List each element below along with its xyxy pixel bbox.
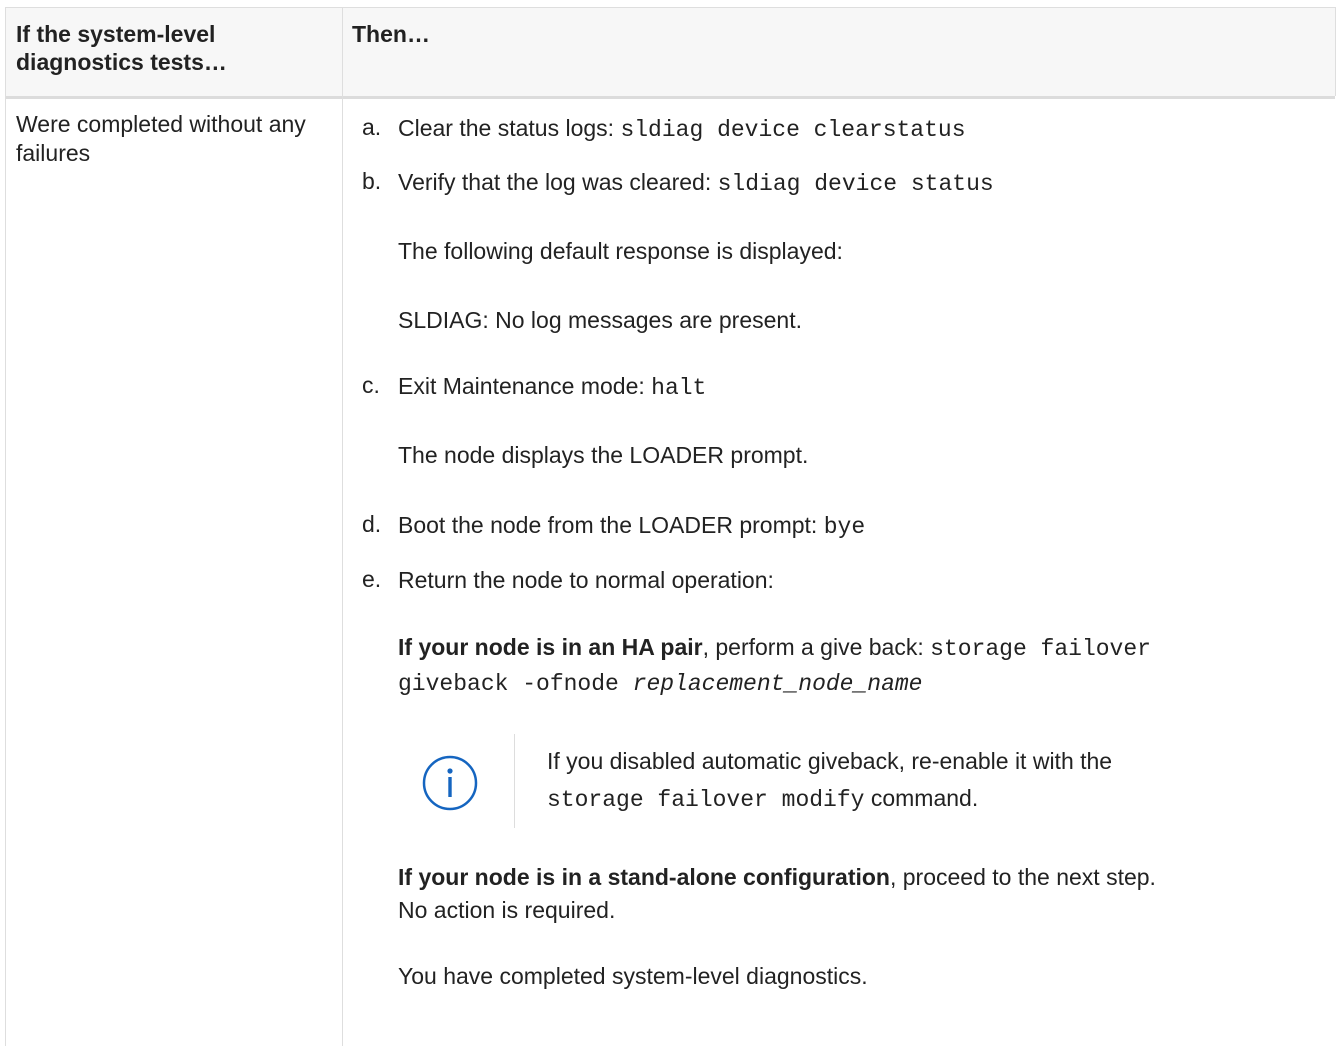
step-d-marker: d. bbox=[362, 511, 382, 537]
step-e-text: Return the node to normal operation: bbox=[398, 567, 774, 593]
step-b-marker: b. bbox=[362, 168, 382, 194]
standalone-instruction: If your node is in a stand-alone configu… bbox=[398, 862, 1156, 892]
note-line-2: storage failover modify command. bbox=[547, 783, 978, 815]
step-e-marker: e. bbox=[362, 566, 382, 592]
step-a-code: sldiag device clearstatus bbox=[620, 117, 966, 143]
standalone-text: , proceed to the next step. bbox=[889, 864, 1156, 890]
step-c-followup: The node displays the LOADER prompt. bbox=[398, 442, 809, 468]
step-b-followup-1: The following default response is displa… bbox=[398, 238, 843, 264]
header-condition: If the system-level diagnostics tests… bbox=[16, 21, 227, 75]
info-circle-icon bbox=[420, 753, 480, 813]
ha-pair-instruction: If your node is in an HA pair, perform a… bbox=[398, 632, 1151, 664]
step-d-code: bye bbox=[823, 514, 866, 540]
ha-pair-code-2: giveback -ofnode bbox=[398, 671, 633, 697]
ha-pair-code-italic: replacement_node_name bbox=[632, 671, 923, 697]
table-right-border bbox=[1335, 7, 1336, 96]
header-action: Then… bbox=[352, 21, 430, 47]
row-condition: Were completed without any failures bbox=[16, 111, 306, 166]
step-b-code: sldiag device status bbox=[717, 171, 994, 197]
ha-pair-bold: If your node is in an HA pair bbox=[398, 634, 703, 660]
note-line-1: If you disabled automatic giveback, re-e… bbox=[547, 748, 1113, 774]
ha-pair-code-line: giveback -ofnode replacement_node_name bbox=[398, 667, 923, 699]
standalone-bold: If your node is in a stand-alone configu… bbox=[398, 864, 890, 890]
ha-pair-code-1: storage failover bbox=[930, 636, 1151, 662]
completion-text: You have completed system-level diagnost… bbox=[398, 963, 868, 989]
step-a: Clear the status logs: sldiag device cle… bbox=[398, 113, 966, 145]
step-a-text: Clear the status logs: bbox=[398, 115, 621, 141]
step-d: Boot the node from the LOADER prompt: by… bbox=[398, 510, 865, 542]
step-a-marker: a. bbox=[362, 114, 382, 140]
step-b-followup-2: SLDIAG: No log messages are present. bbox=[398, 307, 802, 333]
table-left-border bbox=[5, 7, 6, 1046]
step-b: Verify that the log was cleared: sldiag … bbox=[398, 167, 994, 199]
step-c-code: halt bbox=[651, 375, 707, 401]
step-c-marker: c. bbox=[362, 372, 380, 398]
step-c: Exit Maintenance mode: halt bbox=[398, 371, 706, 403]
step-b-text: Verify that the log was cleared: bbox=[398, 169, 718, 195]
table-header-divider bbox=[6, 96, 1335, 99]
note-suffix: command. bbox=[864, 785, 979, 811]
standalone-line-2: No action is required. bbox=[398, 897, 616, 923]
step-c-text: Exit Maintenance mode: bbox=[398, 373, 652, 399]
procedure-table: If the system-level diagnostics tests… T… bbox=[0, 0, 1338, 1046]
note-code: storage failover modify bbox=[547, 787, 865, 813]
ha-pair-text: , perform a give back: bbox=[702, 634, 931, 660]
step-d-text: Boot the node from the LOADER prompt: bbox=[398, 512, 824, 538]
table-column-divider bbox=[342, 7, 343, 1046]
note-divider bbox=[514, 734, 515, 828]
